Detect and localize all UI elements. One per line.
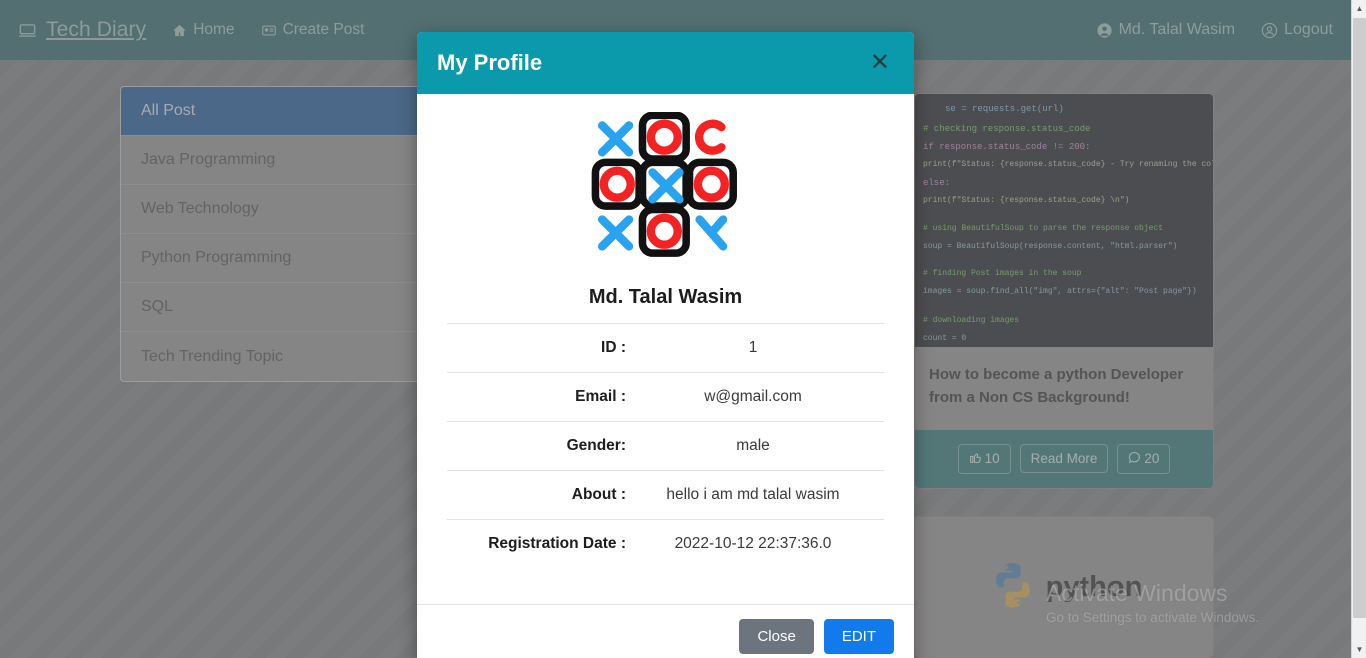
page-scrollbar[interactable]: ▲ ▼ <box>1351 0 1366 658</box>
info-value-email: w@gmail.com <box>704 388 802 405</box>
close-button[interactable]: Close <box>739 619 814 654</box>
info-value-gender: male <box>736 437 770 454</box>
scroll-down-icon[interactable]: ▼ <box>1352 641 1366 658</box>
info-value-about: hello i am md talal wasim <box>666 486 840 503</box>
avatar <box>447 112 884 280</box>
table-row: Email : w@gmail.com <box>447 372 884 421</box>
profile-name: Md. Talal Wasim <box>588 286 743 308</box>
info-label-gender: Gender: <box>566 437 626 454</box>
modal-title: My Profile <box>437 50 543 75</box>
info-label-registration-date: Registration Date : <box>488 535 626 552</box>
info-label-email: Email : <box>575 388 626 405</box>
info-label-id: ID : <box>601 339 626 356</box>
scrollbar-thumb[interactable] <box>1353 18 1366 618</box>
close-icon[interactable]: ✕ <box>866 49 894 77</box>
tic-tac-toe-avatar-icon <box>591 112 737 257</box>
profile-modal: My Profile ✕ Md. Talal Wasim ID: 1 Emai… <box>417 32 914 658</box>
modal-body: Md. Talal Wasim ID : 1 Email : w@gmail.c… <box>417 94 914 576</box>
info-value-id: 1 <box>748 339 758 356</box>
table-row: Registration Date : 2022-10-12 22:37:36.… <box>447 519 884 568</box>
table-row: Gender: male <box>447 421 884 470</box>
edit-button[interactable]: EDIT <box>823 619 894 654</box>
info-label-about: About : <box>571 486 626 503</box>
table-row: About : hello i am md talal wasim <box>447 470 884 519</box>
info-value-registration-date: 2022-10-12 22:37:36.0 <box>674 535 832 552</box>
scroll-up-icon[interactable]: ▲ <box>1352 0 1366 17</box>
modal-header: My Profile ✕ <box>417 32 914 94</box>
table-row: ID : 1 <box>447 323 884 372</box>
modal-footer: Close EDIT <box>417 604 914 658</box>
